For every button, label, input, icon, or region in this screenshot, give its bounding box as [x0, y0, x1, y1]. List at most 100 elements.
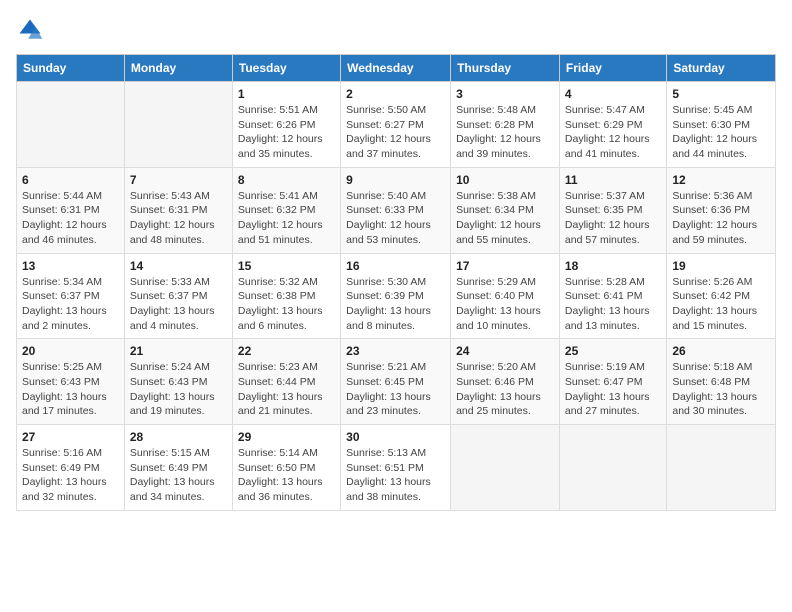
- day-number: 9: [346, 173, 445, 187]
- day-info: Sunrise: 5:33 AMSunset: 6:37 PMDaylight:…: [130, 275, 227, 334]
- day-number: 18: [565, 259, 661, 273]
- day-number: 5: [672, 87, 770, 101]
- calendar-week-5: 27Sunrise: 5:16 AMSunset: 6:49 PMDayligh…: [17, 425, 776, 511]
- calendar-cell: 17 Sunrise: 5:29 AMSunset: 6:40 PMDayligh…: [451, 253, 560, 339]
- calendar-week-4: 20Sunrise: 5:25 AMSunset: 6:43 PMDayligh…: [17, 339, 776, 425]
- day-number: 4: [565, 87, 661, 101]
- page-header: [16, 16, 776, 44]
- calendar-cell: [17, 82, 125, 168]
- logo: [16, 16, 48, 44]
- calendar-cell: [559, 425, 666, 511]
- day-number: 21: [130, 344, 227, 358]
- calendar-cell: 23 Sunrise: 5:21 AMSunset: 6:45 PMDayligh…: [341, 339, 451, 425]
- day-info: Sunrise: 5:34 AMSunset: 6:37 PMDaylight:…: [22, 275, 119, 334]
- day-info: Sunrise: 5:50 AMSunset: 6:27 PMDaylight:…: [346, 103, 445, 162]
- calendar-cell: 10 Sunrise: 5:38 AMSunset: 6:34 PMDayligh…: [451, 167, 560, 253]
- day-info: Sunrise: 5:43 AMSunset: 6:31 PMDaylight:…: [130, 189, 227, 248]
- day-info: Sunrise: 5:13 AMSunset: 6:51 PMDaylight:…: [346, 446, 445, 505]
- day-info: Sunrise: 5:18 AMSunset: 6:48 PMDaylight:…: [672, 360, 770, 419]
- day-number: 10: [456, 173, 554, 187]
- day-number: 16: [346, 259, 445, 273]
- calendar-cell: 6 Sunrise: 5:44 AMSunset: 6:31 PMDaylight…: [17, 167, 125, 253]
- day-number: 1: [238, 87, 335, 101]
- day-number: 30: [346, 430, 445, 444]
- day-number: 26: [672, 344, 770, 358]
- calendar-cell: 16Sunrise: 5:30 AMSunset: 6:39 PMDayligh…: [341, 253, 451, 339]
- day-info: Sunrise: 5:14 AMSunset: 6:50 PMDaylight:…: [238, 446, 335, 505]
- calendar-cell: 19 Sunrise: 5:26 AMSunset: 6:42 PMDayligh…: [667, 253, 776, 339]
- day-info: Sunrise: 5:29 AMSunset: 6:40 PMDaylight:…: [456, 275, 554, 334]
- calendar-cell: 28 Sunrise: 5:15 AMSunset: 6:49 PMDayligh…: [124, 425, 232, 511]
- day-number: 8: [238, 173, 335, 187]
- day-info: Sunrise: 5:45 AMSunset: 6:30 PMDaylight:…: [672, 103, 770, 162]
- calendar-cell: [124, 82, 232, 168]
- day-info: Sunrise: 5:26 AMSunset: 6:42 PMDaylight:…: [672, 275, 770, 334]
- day-info: Sunrise: 5:20 AMSunset: 6:46 PMDaylight:…: [456, 360, 554, 419]
- calendar-cell: 11 Sunrise: 5:37 AMSunset: 6:35 PMDayligh…: [559, 167, 666, 253]
- calendar-cell: [451, 425, 560, 511]
- day-info: Sunrise: 5:24 AMSunset: 6:43 PMDaylight:…: [130, 360, 227, 419]
- day-number: 6: [22, 173, 119, 187]
- day-info: Sunrise: 5:32 AMSunset: 6:38 PMDaylight:…: [238, 275, 335, 334]
- day-number: 15: [238, 259, 335, 273]
- day-info: Sunrise: 5:47 AMSunset: 6:29 PMDaylight:…: [565, 103, 661, 162]
- day-info: Sunrise: 5:28 AMSunset: 6:41 PMDaylight:…: [565, 275, 661, 334]
- calendar-cell: 20Sunrise: 5:25 AMSunset: 6:43 PMDayligh…: [17, 339, 125, 425]
- header-wednesday: Wednesday: [341, 55, 451, 82]
- calendar-table: SundayMondayTuesdayWednesdayThursdayFrid…: [16, 54, 776, 511]
- day-number: 13: [22, 259, 119, 273]
- calendar-cell: 7 Sunrise: 5:43 AMSunset: 6:31 PMDaylight…: [124, 167, 232, 253]
- day-info: Sunrise: 5:40 AMSunset: 6:33 PMDaylight:…: [346, 189, 445, 248]
- calendar-cell: [667, 425, 776, 511]
- day-info: Sunrise: 5:38 AMSunset: 6:34 PMDaylight:…: [456, 189, 554, 248]
- day-number: 7: [130, 173, 227, 187]
- day-number: 19: [672, 259, 770, 273]
- calendar-cell: 24 Sunrise: 5:20 AMSunset: 6:46 PMDayligh…: [451, 339, 560, 425]
- day-info: Sunrise: 5:48 AMSunset: 6:28 PMDaylight:…: [456, 103, 554, 162]
- day-info: Sunrise: 5:23 AMSunset: 6:44 PMDaylight:…: [238, 360, 335, 419]
- day-number: 24: [456, 344, 554, 358]
- calendar-cell: 12 Sunrise: 5:36 AMSunset: 6:36 PMDayligh…: [667, 167, 776, 253]
- calendar-week-1: 1 Sunrise: 5:51 AMSunset: 6:26 PMDaylight…: [17, 82, 776, 168]
- day-info: Sunrise: 5:44 AMSunset: 6:31 PMDaylight:…: [22, 189, 119, 248]
- header-sunday: Sunday: [17, 55, 125, 82]
- calendar-cell: 29Sunrise: 5:14 AMSunset: 6:50 PMDayligh…: [232, 425, 340, 511]
- header-tuesday: Tuesday: [232, 55, 340, 82]
- day-number: 22: [238, 344, 335, 358]
- calendar-week-2: 6 Sunrise: 5:44 AMSunset: 6:31 PMDaylight…: [17, 167, 776, 253]
- calendar-cell: 1 Sunrise: 5:51 AMSunset: 6:26 PMDaylight…: [232, 82, 340, 168]
- day-number: 28: [130, 430, 227, 444]
- day-number: 17: [456, 259, 554, 273]
- day-info: Sunrise: 5:25 AMSunset: 6:43 PMDaylight:…: [22, 360, 119, 419]
- calendar-cell: 21 Sunrise: 5:24 AMSunset: 6:43 PMDayligh…: [124, 339, 232, 425]
- calendar-cell: 27Sunrise: 5:16 AMSunset: 6:49 PMDayligh…: [17, 425, 125, 511]
- day-info: Sunrise: 5:37 AMSunset: 6:35 PMDaylight:…: [565, 189, 661, 248]
- day-info: Sunrise: 5:36 AMSunset: 6:36 PMDaylight:…: [672, 189, 770, 248]
- day-number: 2: [346, 87, 445, 101]
- calendar-cell: 13 Sunrise: 5:34 AMSunset: 6:37 PMDayligh…: [17, 253, 125, 339]
- calendar-cell: 18 Sunrise: 5:28 AMSunset: 6:41 PMDayligh…: [559, 253, 666, 339]
- logo-icon: [16, 16, 44, 44]
- calendar-cell: 15 Sunrise: 5:32 AMSunset: 6:38 PMDayligh…: [232, 253, 340, 339]
- day-info: Sunrise: 5:19 AMSunset: 6:47 PMDaylight:…: [565, 360, 661, 419]
- day-number: 12: [672, 173, 770, 187]
- calendar-header-row: SundayMondayTuesdayWednesdayThursdayFrid…: [17, 55, 776, 82]
- calendar-cell: 9 Sunrise: 5:40 AMSunset: 6:33 PMDaylight…: [341, 167, 451, 253]
- header-monday: Monday: [124, 55, 232, 82]
- calendar-cell: 8 Sunrise: 5:41 AMSunset: 6:32 PMDaylight…: [232, 167, 340, 253]
- day-info: Sunrise: 5:16 AMSunset: 6:49 PMDaylight:…: [22, 446, 119, 505]
- calendar-cell: 2 Sunrise: 5:50 AMSunset: 6:27 PMDaylight…: [341, 82, 451, 168]
- day-number: 11: [565, 173, 661, 187]
- day-info: Sunrise: 5:51 AMSunset: 6:26 PMDaylight:…: [238, 103, 335, 162]
- header-friday: Friday: [559, 55, 666, 82]
- day-number: 14: [130, 259, 227, 273]
- calendar-week-3: 13 Sunrise: 5:34 AMSunset: 6:37 PMDayligh…: [17, 253, 776, 339]
- header-saturday: Saturday: [667, 55, 776, 82]
- header-thursday: Thursday: [451, 55, 560, 82]
- day-info: Sunrise: 5:21 AMSunset: 6:45 PMDaylight:…: [346, 360, 445, 419]
- day-number: 23: [346, 344, 445, 358]
- day-info: Sunrise: 5:41 AMSunset: 6:32 PMDaylight:…: [238, 189, 335, 248]
- day-info: Sunrise: 5:15 AMSunset: 6:49 PMDaylight:…: [130, 446, 227, 505]
- calendar-cell: 14 Sunrise: 5:33 AMSunset: 6:37 PMDayligh…: [124, 253, 232, 339]
- calendar-cell: 5 Sunrise: 5:45 AMSunset: 6:30 PMDaylight…: [667, 82, 776, 168]
